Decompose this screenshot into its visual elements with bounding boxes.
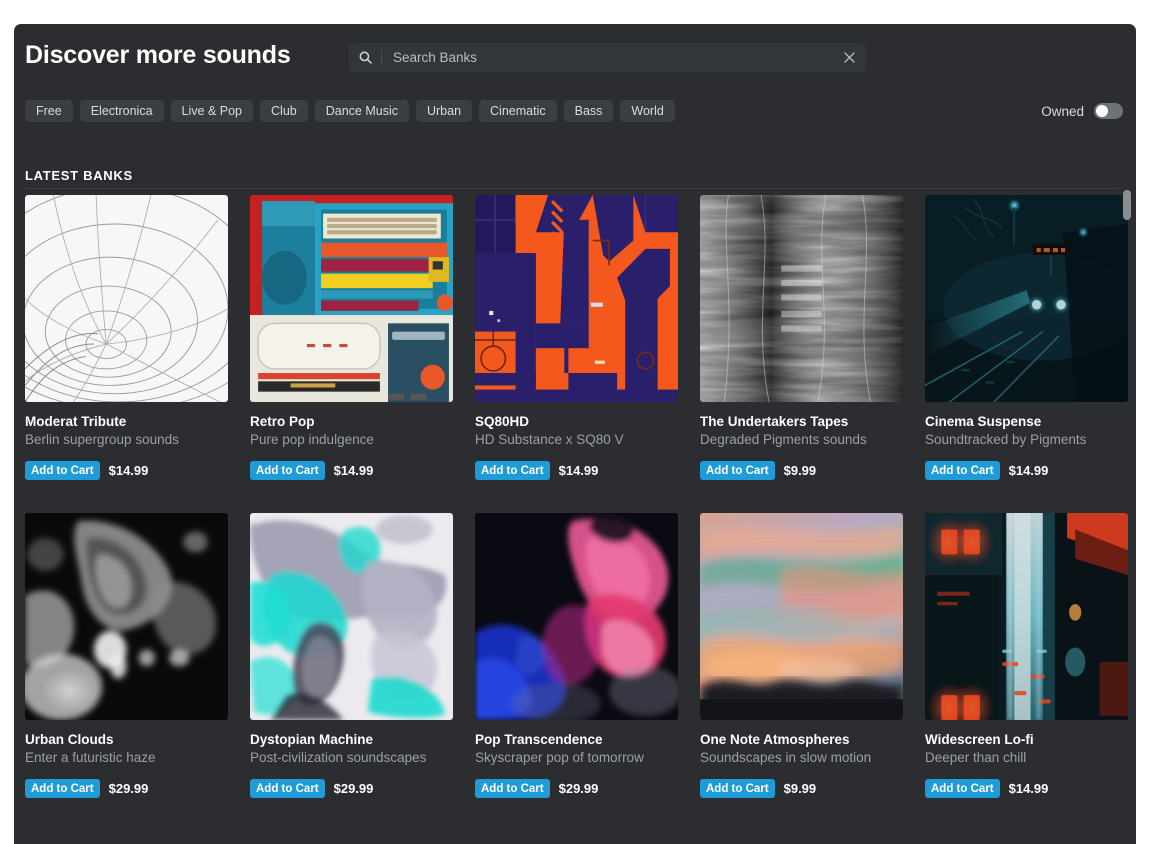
bank-price: $29.99: [109, 781, 149, 796]
bank-card[interactable]: The Undertakers Tapes Degraded Pigments …: [700, 195, 903, 513]
filter-chip-bass[interactable]: Bass: [564, 100, 614, 122]
discover-window: Discover more sounds Free Electronica Li…: [14, 24, 1136, 844]
scrollbar-thumb[interactable]: [1123, 190, 1131, 220]
add-to-cart-button[interactable]: Add to Cart: [25, 461, 100, 480]
filter-chip-cinematic[interactable]: Cinematic: [479, 100, 557, 122]
bank-title: Urban Clouds: [25, 732, 228, 747]
bank-title: Widescreen Lo-fi: [925, 732, 1128, 747]
bank-buy-row: Add to Cart $14.99: [925, 779, 1128, 798]
vertical-scrollbar[interactable]: [1121, 190, 1133, 835]
bank-artwork-neon-rain-alley[interactable]: [925, 513, 1128, 720]
filter-chip-electronica[interactable]: Electronica: [80, 100, 164, 122]
bank-buy-row: Add to Cart $14.99: [250, 461, 453, 480]
bank-artwork-grayscale-smear-texture[interactable]: [700, 195, 903, 402]
bank-card[interactable]: Urban Clouds Enter a futuristic haze Add…: [25, 513, 228, 831]
bank-subtitle: Skyscraper pop of tomorrow: [475, 750, 678, 765]
toggle-knob: [1096, 105, 1108, 117]
bank-price: $14.99: [109, 463, 149, 478]
bank-price: $29.99: [559, 781, 599, 796]
bank-subtitle: Post-civilization soundscapes: [250, 750, 453, 765]
bank-buy-row: Add to Cart $9.99: [700, 461, 903, 480]
bank-title: Dystopian Machine: [250, 732, 453, 747]
bank-artwork-orange-navy-geometric[interactable]: [475, 195, 678, 402]
search-bar[interactable]: [349, 43, 866, 72]
add-to-cart-button[interactable]: Add to Cart: [700, 779, 775, 798]
search-input[interactable]: [382, 50, 832, 65]
filter-chip-list: Free Electronica Live & Pop Club Dance M…: [25, 100, 675, 122]
add-to-cart-button[interactable]: Add to Cart: [475, 779, 550, 798]
bank-title: Moderat Tribute: [25, 414, 228, 429]
bank-card[interactable]: Dystopian Machine Post-civilization soun…: [250, 513, 453, 831]
filter-chip-dance-music[interactable]: Dance Music: [315, 100, 409, 122]
search-icon: [349, 51, 381, 64]
owned-toggle[interactable]: [1094, 103, 1123, 119]
bank-card[interactable]: Pop Transcendence Skyscraper pop of tomo…: [475, 513, 678, 831]
page-title: Discover more sounds: [25, 41, 291, 70]
bank-card[interactable]: One Note Atmospheres Soundscapes in slow…: [700, 513, 903, 831]
add-to-cart-button[interactable]: Add to Cart: [925, 779, 1000, 798]
bank-artwork-pastel-sunset-sky[interactable]: [700, 513, 903, 720]
bank-subtitle: Berlin supergroup sounds: [25, 432, 228, 447]
bank-title: The Undertakers Tapes: [700, 414, 903, 429]
owned-filter: Owned: [1041, 100, 1123, 122]
bank-subtitle: Soundtracked by Pigments: [925, 432, 1128, 447]
bank-price: $14.99: [1009, 781, 1049, 796]
bank-artwork-cyan-gray-ink[interactable]: [250, 513, 453, 720]
bank-buy-row: Add to Cart $29.99: [475, 779, 678, 798]
bank-card[interactable]: Widescreen Lo-fi Deeper than chill Add t…: [925, 513, 1128, 831]
bank-artwork-night-train-headlights[interactable]: [925, 195, 1128, 402]
bank-price: $9.99: [784, 463, 817, 478]
add-to-cart-button[interactable]: Add to Cart: [925, 461, 1000, 480]
bank-subtitle: Deeper than chill: [925, 750, 1128, 765]
header: Discover more sounds Free Electronica Li…: [14, 24, 1136, 152]
bank-title: Retro Pop: [250, 414, 453, 429]
add-to-cart-button[interactable]: Add to Cart: [475, 461, 550, 480]
filter-chip-world[interactable]: World: [620, 100, 674, 122]
bank-grid: Moderat Tribute Berlin supergroup sounds…: [25, 195, 1127, 835]
add-to-cart-button[interactable]: Add to Cart: [25, 779, 100, 798]
bank-card[interactable]: Cinema Suspense Soundtracked by Pigments…: [925, 195, 1128, 513]
add-to-cart-button[interactable]: Add to Cart: [700, 461, 775, 480]
bank-price: $9.99: [784, 781, 817, 796]
bank-artwork-pink-blue-ink[interactable]: [475, 513, 678, 720]
bank-buy-row: Add to Cart $29.99: [25, 779, 228, 798]
bank-price: $29.99: [334, 781, 374, 796]
bank-artwork-retro-stereo-stack[interactable]: [250, 195, 453, 402]
bank-buy-row: Add to Cart $14.99: [925, 461, 1128, 480]
bank-subtitle: HD Substance x SQ80 V: [475, 432, 678, 447]
add-to-cart-button[interactable]: Add to Cart: [250, 779, 325, 798]
bank-title: One Note Atmospheres: [700, 732, 903, 747]
bank-subtitle: Pure pop indulgence: [250, 432, 453, 447]
bank-artwork-white-vortex-grid[interactable]: [25, 195, 228, 402]
add-to-cart-button[interactable]: Add to Cart: [250, 461, 325, 480]
bank-price: $14.99: [559, 463, 599, 478]
bank-subtitle: Enter a futuristic haze: [25, 750, 228, 765]
bank-title: Pop Transcendence: [475, 732, 678, 747]
bank-buy-row: Add to Cart $14.99: [25, 461, 228, 480]
section-divider: [25, 188, 1119, 189]
filter-chip-urban[interactable]: Urban: [416, 100, 472, 122]
section-title: LATEST BANKS: [25, 168, 133, 183]
bank-buy-row: Add to Cart $14.99: [475, 461, 678, 480]
bank-price: $14.99: [1009, 463, 1049, 478]
bank-card[interactable]: Moderat Tribute Berlin supergroup sounds…: [25, 195, 228, 513]
bank-subtitle: Degraded Pigments sounds: [700, 432, 903, 447]
bank-title: Cinema Suspense: [925, 414, 1128, 429]
bank-buy-row: Add to Cart $29.99: [250, 779, 453, 798]
bank-card[interactable]: SQ80HD HD Substance x SQ80 V Add to Cart…: [475, 195, 678, 513]
bank-artwork-monochrome-smoke[interactable]: [25, 513, 228, 720]
filter-chip-club[interactable]: Club: [260, 100, 308, 122]
bank-card[interactable]: Retro Pop Pure pop indulgence Add to Car…: [250, 195, 453, 513]
bank-buy-row: Add to Cart $9.99: [700, 779, 903, 798]
filter-chip-free[interactable]: Free: [25, 100, 73, 122]
bank-subtitle: Soundscapes in slow motion: [700, 750, 903, 765]
filter-chip-live-and-pop[interactable]: Live & Pop: [171, 100, 253, 122]
owned-label: Owned: [1041, 104, 1084, 119]
search-clear-icon[interactable]: [832, 43, 866, 72]
bank-title: SQ80HD: [475, 414, 678, 429]
bank-price: $14.99: [334, 463, 374, 478]
